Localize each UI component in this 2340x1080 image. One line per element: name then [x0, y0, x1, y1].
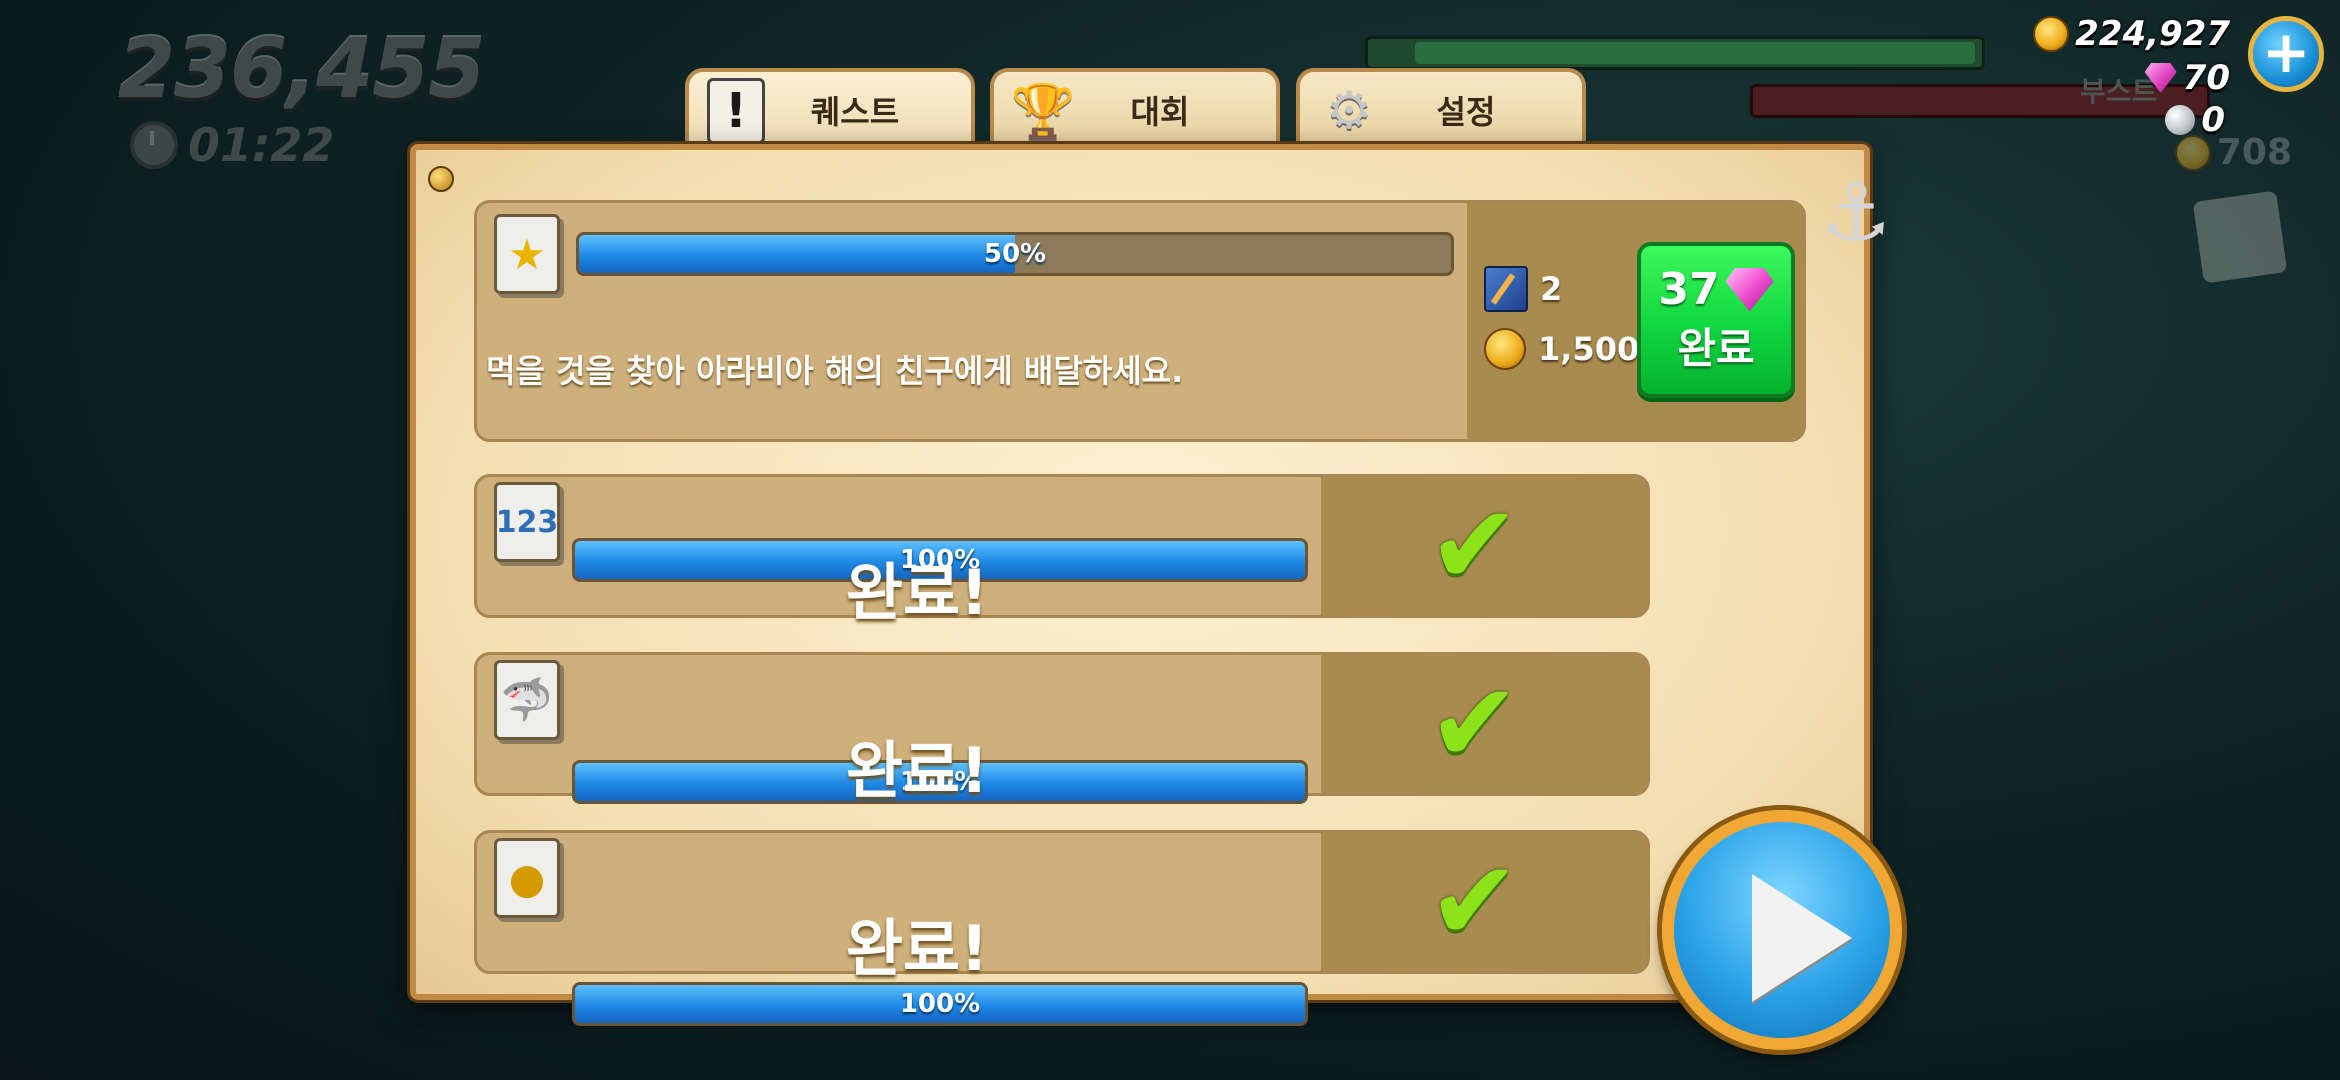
quest-progress-bar: 100%	[572, 982, 1308, 1026]
quest-description: 먹을 것을 찾아 아라비아 해의 친구에게 배달하세요.	[486, 352, 1184, 390]
gem-count: 70	[2182, 58, 2230, 98]
quest-icon: !	[707, 78, 765, 144]
play-button[interactable]	[1662, 810, 1902, 1050]
complete-quest-button[interactable]: 37 완료	[1637, 242, 1795, 398]
quest-progress-bar: 50%	[576, 232, 1454, 276]
timer-text: 01:22	[188, 118, 335, 172]
complete-cost: 37	[1658, 264, 1774, 315]
fish-hook-icon: ⚓	[1820, 166, 1892, 259]
checkmark-icon: ✔	[1428, 659, 1521, 787]
shop-plus-button[interactable]: +	[2248, 16, 2324, 92]
hunger-bar	[1365, 36, 1985, 70]
tab-settings[interactable]: ⚙ 설정	[1296, 68, 1586, 148]
gear-icon: ⚙	[1325, 81, 1373, 141]
tab-tournament-label: 대회	[1130, 93, 1190, 131]
collected-coins: 708	[2174, 132, 2292, 173]
shark-icon: 🦈	[494, 660, 560, 740]
tab-quest-label: 퀘스트	[810, 93, 900, 131]
map-scroll-icon[interactable]	[2192, 190, 2288, 284]
collected-coins-count: 708	[2216, 132, 2292, 173]
checkmark-icon: ✔	[1428, 481, 1521, 609]
timer: 01:22	[130, 118, 334, 172]
pin-icon	[428, 166, 454, 192]
quest-status: 완료!	[846, 912, 989, 985]
progress-label: 100%	[899, 989, 981, 1019]
reward-tome: 2	[1484, 266, 1562, 312]
tome-icon	[1484, 266, 1528, 312]
score: 236,455	[118, 22, 485, 117]
coin-count: 224,927	[2075, 14, 2230, 54]
checkmark-icon: ✔	[1428, 837, 1521, 965]
coin-icon	[2174, 134, 2211, 171]
coins-icon: ●	[494, 838, 560, 918]
reward-coins: 1,500	[1484, 328, 1639, 370]
tab-settings-label: 설정	[1436, 93, 1496, 131]
quest-status: 완료!	[846, 556, 989, 629]
tab-tournament[interactable]: 🏆 대회	[990, 68, 1280, 148]
coin-icon	[1484, 328, 1526, 370]
tab-quest[interactable]: ! 퀘스트	[685, 68, 975, 148]
stopwatch-icon	[130, 121, 178, 169]
reward-tome-count: 2	[1540, 270, 1563, 308]
coin-icon	[2033, 16, 2070, 52]
coin-counter: 224,927	[2033, 14, 2230, 54]
trophy-icon: 🏆	[1010, 81, 1076, 142]
gem-counter: 70	[2144, 58, 2230, 98]
reward-coins-amount: 1,500	[1538, 330, 1640, 368]
gem-icon	[2144, 63, 2177, 93]
numbers-icon: 123	[494, 482, 560, 562]
quest-status: 완료!	[846, 734, 989, 807]
plus-icon: +	[2261, 18, 2311, 86]
complete-label: 완료	[1677, 324, 1755, 373]
complete-cost-value: 37	[1658, 264, 1720, 315]
pearl-icon	[2165, 105, 2196, 135]
star-icon: ★	[494, 214, 560, 294]
gem-icon	[1725, 267, 1774, 312]
progress-label: 50%	[983, 239, 1047, 269]
play-arrow-icon	[1752, 874, 1852, 1002]
